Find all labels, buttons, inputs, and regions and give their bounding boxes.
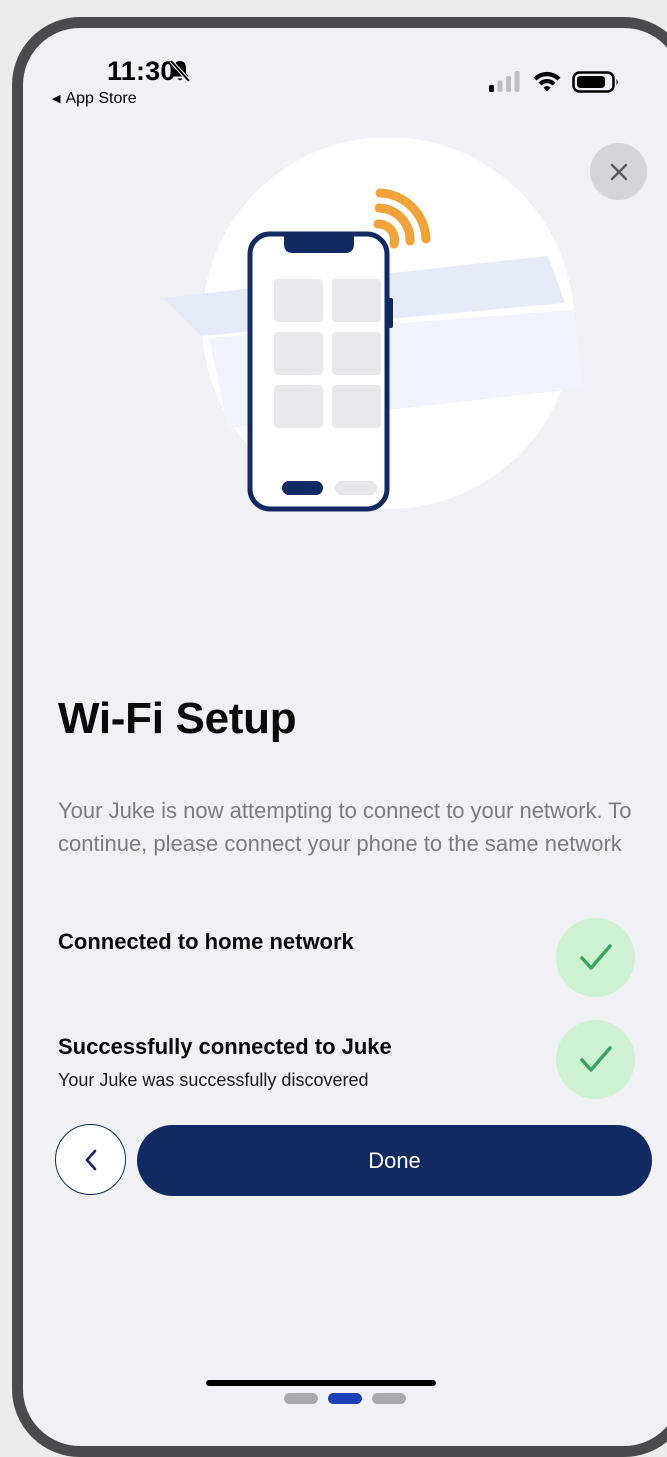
done-button[interactable]: Done [137,1125,652,1196]
phone-frame: 11:30 ◀ App Store Wi-Fi Setup Your Juke … [12,17,667,1457]
check-icon [556,1020,635,1099]
battery-icon [572,71,618,93]
app-screen: 11:30 ◀ App Store Wi-Fi Setup Your Juke … [23,28,667,1446]
back-app-label: App Store [65,90,137,107]
back-to-app-store-link[interactable]: ◀ App Store [52,90,137,108]
bell-slash-icon [169,59,191,83]
chevron-left-icon [85,1149,96,1170]
close-icon [610,163,627,180]
page-indicator [284,1393,406,1404]
back-button[interactable] [55,1124,126,1195]
close-button[interactable] [590,143,647,200]
wifi-icon [533,71,561,92]
page-dot [284,1393,318,1404]
page-title: Wi-Fi Setup [58,694,297,743]
page-dot-active [328,1393,362,1404]
phone-icon [247,231,393,512]
cellular-signal-icon [489,71,520,92]
status-time: 11:30 [107,56,176,86]
back-triangle-icon: ◀ [52,93,61,105]
page-dot [372,1393,406,1404]
check-icon [556,918,635,997]
home-indicator[interactable] [206,1380,436,1386]
setup-description: Your Juke is now attempting to connect t… [58,798,632,856]
wifi-setup-illustration [163,138,583,512]
